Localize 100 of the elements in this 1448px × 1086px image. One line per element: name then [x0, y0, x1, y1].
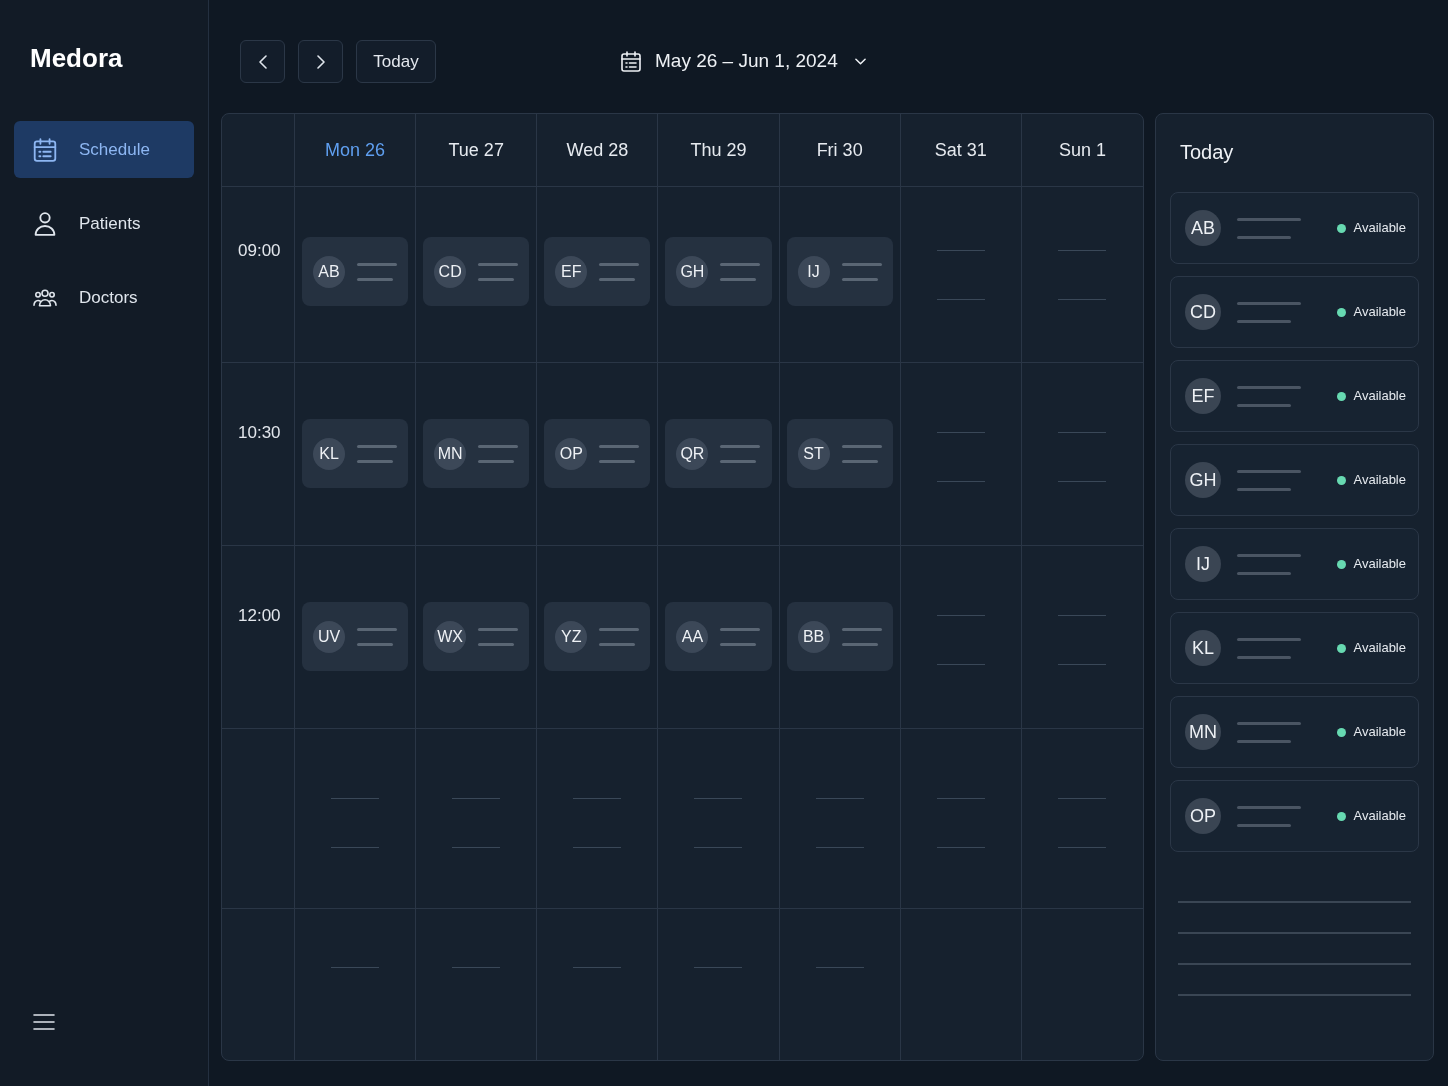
avatar: GH: [676, 255, 709, 288]
appointment-card[interactable]: AB: [302, 237, 409, 306]
avatar: MN: [434, 437, 467, 470]
nav-item[interactable]: Doctors: [14, 269, 194, 326]
appointment-card[interactable]: UV: [302, 602, 409, 671]
placeholder-lines: [1237, 301, 1301, 323]
placeholder-line: [815, 967, 864, 968]
avatar: KL: [1185, 630, 1221, 666]
status-label: Available: [1353, 387, 1406, 406]
doctor-card[interactable]: MN Available: [1170, 696, 1419, 768]
status-label: Available: [1353, 555, 1406, 574]
appointment-card[interactable]: BB: [786, 602, 893, 671]
calendar-icon: [621, 51, 641, 72]
placeholder-line: [694, 967, 743, 968]
placeholder-lines: [478, 444, 519, 463]
date-range-picker[interactable]: May 26 – Jun 1, 2024: [621, 40, 866, 83]
appointment-card[interactable]: ST: [786, 419, 893, 488]
avatar: CD: [1185, 294, 1221, 330]
placeholder-lines: [573, 798, 622, 848]
appointment-card[interactable]: WX: [423, 602, 530, 671]
placeholder-line: [452, 967, 501, 968]
avatar: BB: [797, 620, 830, 653]
status-label: Available: [1353, 303, 1406, 322]
avatar: YZ: [555, 620, 588, 653]
nav-item[interactable]: Patients: [14, 195, 194, 252]
doctor-card[interactable]: CD Available: [1170, 276, 1419, 348]
placeholder-lines: [936, 798, 985, 848]
appointment-card[interactable]: QR: [665, 419, 772, 488]
avatar: CD: [434, 255, 467, 288]
nav-item[interactable]: Schedule: [14, 121, 194, 178]
chevron-right-icon: [316, 54, 325, 69]
time-label: 12:00: [238, 606, 281, 626]
avatar: OP: [555, 437, 588, 470]
doctor-card[interactable]: KL Available: [1170, 612, 1419, 684]
avatar: MN: [1185, 714, 1221, 750]
placeholder-lines: [720, 627, 761, 646]
placeholder-lines: [599, 627, 640, 646]
placeholder-lines: [936, 615, 985, 665]
previous-week-button[interactable]: [240, 40, 285, 83]
placeholder-lines: [1237, 721, 1301, 743]
placeholder-lines: [694, 798, 743, 848]
placeholder-lines: [1237, 469, 1301, 491]
avatar: OP: [1185, 798, 1221, 834]
appointment-card[interactable]: MN: [423, 419, 530, 488]
avatar: AB: [313, 255, 345, 288]
placeholder-lines: [478, 262, 519, 281]
appointment-card[interactable]: KL: [302, 419, 409, 488]
status-label: Available: [1353, 219, 1406, 238]
placeholder-lines: [841, 627, 882, 646]
menu-icon[interactable]: [33, 1014, 55, 1030]
placeholder-lines: [815, 798, 864, 848]
avatar: AB: [1185, 210, 1221, 246]
placeholder-lines: [357, 627, 397, 646]
placeholder-lines: [1058, 615, 1107, 665]
next-week-button[interactable]: [298, 40, 343, 83]
placeholder-lines: [720, 262, 761, 281]
status-label: Available: [1353, 639, 1406, 658]
chevron-left-icon: [258, 54, 267, 69]
today-button[interactable]: Today: [356, 40, 436, 83]
placeholder-line: [331, 967, 380, 968]
day-header: Tue 27: [416, 114, 538, 187]
doctor-card[interactable]: OP Available: [1170, 780, 1419, 852]
appointment-card[interactable]: CD: [423, 237, 530, 306]
status-label: Available: [1353, 471, 1406, 490]
placeholder-lines: [1058, 250, 1107, 300]
placeholder-lines: [599, 444, 640, 463]
avatar: WX: [434, 620, 467, 653]
placeholder-lines: [1237, 637, 1301, 659]
appointment-card[interactable]: IJ: [786, 237, 893, 306]
placeholder-lines: [936, 432, 985, 482]
chevron-down-icon: [854, 58, 866, 65]
placeholder-line: [573, 967, 622, 968]
avatar: EF: [555, 255, 588, 288]
placeholder-lines: [936, 250, 985, 300]
placeholder-lines: [599, 262, 640, 281]
doctor-card[interactable]: AB Available: [1170, 192, 1419, 264]
placeholder-lines: [357, 262, 397, 281]
placeholder-lines: [478, 627, 519, 646]
placeholder-lines: [1237, 805, 1301, 827]
appointment-card[interactable]: GH: [665, 237, 772, 306]
status-label: Available: [1353, 807, 1406, 826]
day-header: Mon 26: [295, 114, 417, 187]
placeholder-lines: [841, 444, 882, 463]
placeholder-lines: [357, 444, 397, 463]
doctor-card[interactable]: GH Available: [1170, 444, 1419, 516]
avatar: EF: [1185, 378, 1221, 414]
doctor-card[interactable]: EF Available: [1170, 360, 1419, 432]
day-header: Sat 31: [900, 114, 1022, 187]
placeholder-lines: [720, 444, 761, 463]
placeholder-lines: [1237, 385, 1301, 407]
avatar: QR: [676, 437, 709, 470]
appointment-card[interactable]: YZ: [544, 602, 651, 671]
avatar: ST: [797, 437, 830, 470]
appointment-card[interactable]: AA: [665, 602, 772, 671]
appointment-card[interactable]: EF: [544, 237, 651, 306]
app-logo: Medora: [30, 42, 123, 75]
doctor-card[interactable]: IJ Available: [1170, 528, 1419, 600]
day-header: Wed 28: [537, 114, 659, 187]
appointment-card[interactable]: OP: [544, 419, 651, 488]
day-header: Thu 29: [658, 114, 780, 187]
